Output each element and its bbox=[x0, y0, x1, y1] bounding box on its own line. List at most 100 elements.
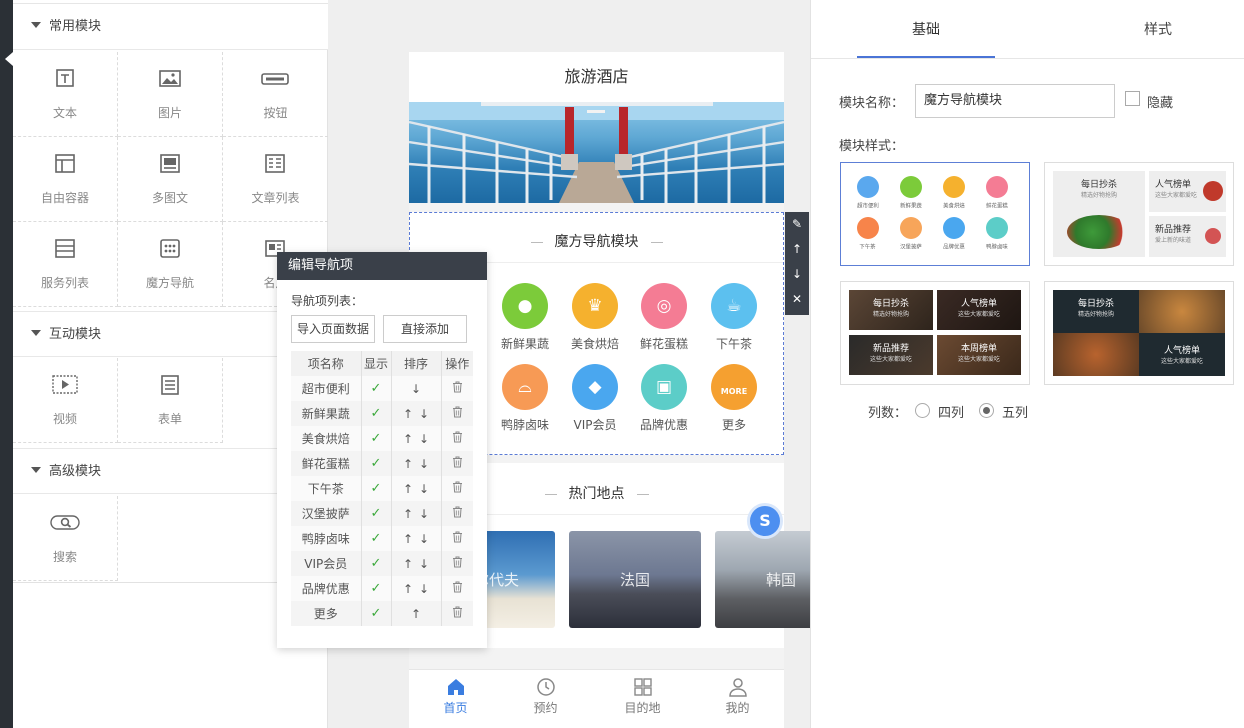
table-row: 下午茶 ✓ ↑ ↓ bbox=[291, 476, 473, 501]
import-page-data-button[interactable]: 导入页面数据 bbox=[291, 315, 375, 343]
table-row: 鸭脖卤味 ✓ ↑ ↓ bbox=[291, 526, 473, 551]
arrow-down-icon[interactable]: ↓ bbox=[411, 382, 421, 396]
nav-item-brand-deals[interactable]: ▣ 品牌优惠 bbox=[629, 364, 699, 433]
arrow-down-icon[interactable]: ↓ bbox=[419, 532, 429, 546]
tab-booking[interactable]: 预约 bbox=[499, 670, 592, 716]
arrow-up-icon[interactable]: ↑ bbox=[403, 557, 413, 571]
section-header-common[interactable]: 常用模块 bbox=[13, 4, 328, 50]
tab-destination[interactable]: 目的地 bbox=[596, 670, 689, 716]
nav-item-duck-neck[interactable]: ⌓ 鸭脖卤味 bbox=[490, 364, 560, 433]
trash-icon[interactable] bbox=[452, 556, 463, 568]
module-free-container[interactable]: 自由容器 bbox=[13, 137, 118, 222]
style-option-feature[interactable]: 每日抄杀 精选好物抢购 人气榜单 这些大家都爱吃 新品推荐 爱上新的味道 bbox=[1044, 162, 1234, 266]
style3-tile-1: 每日抄杀 精选好物抢购 bbox=[849, 290, 933, 330]
tab-basic[interactable]: 基础 bbox=[857, 0, 995, 58]
arrow-up-icon[interactable]: ↑ bbox=[403, 582, 413, 596]
checkmark-icon[interactable]: ✓ bbox=[371, 406, 382, 421]
close-icon[interactable]: ✕ bbox=[785, 287, 809, 312]
module-name-input[interactable]: 魔方导航模块 bbox=[915, 84, 1115, 118]
arrow-down-icon[interactable]: ↓ bbox=[419, 507, 429, 521]
trash-icon[interactable] bbox=[452, 531, 463, 543]
nav-item-name: 超市便利 bbox=[291, 376, 362, 401]
style3-tile-3: 新品推荐 这些大家都爱吃 bbox=[849, 335, 933, 375]
module-text[interactable]: 文本 bbox=[13, 52, 118, 137]
arrow-down-icon[interactable]: ↓ bbox=[419, 407, 429, 421]
arrow-up-icon[interactable]: ↑ bbox=[403, 457, 413, 471]
module-image[interactable]: 图片 bbox=[118, 52, 223, 137]
mini-circle-icon bbox=[856, 217, 879, 239]
arrow-up-icon[interactable]: ↑ bbox=[403, 532, 413, 546]
action-cell bbox=[441, 576, 473, 601]
trash-icon[interactable] bbox=[452, 606, 463, 618]
radio-five-columns[interactable] bbox=[979, 403, 994, 418]
module-multi-image-text[interactable]: 多图文 bbox=[118, 137, 223, 222]
tab-label: 目的地 bbox=[624, 701, 661, 715]
arrow-down-icon[interactable]: ↓ bbox=[419, 582, 429, 596]
add-directly-button[interactable]: 直接添加 bbox=[383, 315, 467, 343]
nav-item-more[interactable]: MORE 更多 bbox=[699, 364, 769, 433]
food-image bbox=[1205, 228, 1221, 244]
arrow-up-icon[interactable]: ↑ bbox=[403, 507, 413, 521]
nav-item-afternoon-tea[interactable]: ☕ 下午茶 bbox=[699, 283, 769, 352]
arrow-down-icon[interactable]: ↓ bbox=[419, 482, 429, 496]
arrow-up-icon[interactable]: ↑ bbox=[403, 482, 413, 496]
checkmark-icon[interactable]: ✓ bbox=[371, 506, 382, 521]
module-form[interactable]: 表单 bbox=[118, 358, 223, 443]
nav-item-vip[interactable]: ◆ VIP会员 bbox=[560, 364, 630, 433]
tab-mine[interactable]: 我的 bbox=[691, 670, 784, 716]
checkmark-icon[interactable]: ✓ bbox=[371, 431, 382, 446]
move-up-icon[interactable]: ↑ bbox=[785, 237, 809, 262]
move-down-icon[interactable]: ↓ bbox=[785, 262, 809, 287]
nav-item-flower-cake[interactable]: ◎ 鲜花蛋糕 bbox=[629, 283, 699, 352]
trash-icon[interactable] bbox=[452, 406, 463, 418]
style-option-icons[interactable]: 超市便利 新鲜果蔬 美食烘焙 鲜花蛋糕 下午茶 汉堡披萨 品牌优惠 鸭脖卤味 bbox=[840, 162, 1030, 266]
hide-label: 隐藏 bbox=[1147, 96, 1174, 111]
module-service-list[interactable]: 服务列表 bbox=[13, 222, 118, 307]
arrow-up-icon[interactable]: ↑ bbox=[403, 432, 413, 446]
arrow-down-icon[interactable]: ↓ bbox=[419, 557, 429, 571]
arrow-up-icon[interactable]: ↑ bbox=[411, 607, 421, 621]
checkmark-icon[interactable]: ✓ bbox=[371, 581, 382, 596]
arrow-up-icon[interactable]: ↑ bbox=[403, 407, 413, 421]
floating-action-button[interactable]: S bbox=[747, 503, 783, 539]
checkmark-icon[interactable]: ✓ bbox=[371, 531, 382, 546]
arrow-down-icon[interactable]: ↓ bbox=[419, 457, 429, 471]
module-video[interactable]: 视频 bbox=[13, 358, 118, 443]
column-header: 项名称 bbox=[291, 351, 362, 376]
checkmark-icon[interactable]: ✓ bbox=[371, 481, 382, 496]
style-option-split[interactable]: 每日抄杀 精选好物抢购 人气榜单 这些大家都爱吃 bbox=[1044, 281, 1234, 385]
trash-icon[interactable] bbox=[452, 381, 463, 393]
checkmark-icon[interactable]: ✓ bbox=[371, 556, 382, 571]
edit-pencil-icon[interactable]: ✎ bbox=[785, 212, 809, 237]
checkmark-icon[interactable]: ✓ bbox=[371, 381, 382, 396]
style-option-four-tiles[interactable]: 每日抄杀 精选好物抢购 人气榜单 这些大家都爱吃 新品推荐 这些大家都爱吃 本周… bbox=[840, 281, 1030, 385]
tile-title: 每日抄杀 bbox=[1080, 180, 1117, 190]
table-row: 汉堡披萨 ✓ ↑ ↓ bbox=[291, 501, 473, 526]
tab-style[interactable]: 样式 bbox=[1089, 0, 1227, 58]
trash-icon[interactable] bbox=[452, 431, 463, 443]
module-button[interactable]: 按钮 bbox=[223, 52, 328, 137]
radio-four-columns[interactable] bbox=[915, 403, 930, 418]
action-cell bbox=[441, 426, 473, 451]
trash-icon[interactable] bbox=[452, 581, 463, 593]
hide-checkbox[interactable] bbox=[1125, 91, 1140, 106]
style4-tile-1: 每日抄杀 精选好物抢购 bbox=[1053, 290, 1139, 333]
place-photo-france[interactable]: 法国 bbox=[569, 531, 701, 628]
nav-item-fresh-fruit[interactable]: ● 新鲜果蔬 bbox=[490, 283, 560, 352]
trash-icon[interactable] bbox=[452, 481, 463, 493]
checkmark-icon[interactable]: ✓ bbox=[371, 456, 382, 471]
nav-item-bakery[interactable]: ♛ 美食烘焙 bbox=[560, 283, 630, 352]
module-search[interactable]: 搜索 bbox=[13, 496, 118, 581]
checkmark-icon[interactable]: ✓ bbox=[371, 606, 382, 621]
tab-home[interactable]: 首页 bbox=[409, 670, 502, 716]
hero-banner-image[interactable] bbox=[409, 102, 784, 203]
trash-icon[interactable] bbox=[452, 456, 463, 468]
trash-icon[interactable] bbox=[452, 506, 463, 518]
module-label: 视频 bbox=[52, 412, 77, 426]
arrow-down-icon[interactable]: ↓ bbox=[419, 432, 429, 446]
sort-cell: ↓ bbox=[391, 376, 442, 401]
mini-label: 鲜花蛋糕 bbox=[986, 203, 1008, 210]
pier-illustration bbox=[409, 102, 784, 203]
module-article-list[interactable]: 文章列表 bbox=[223, 137, 328, 222]
module-cube-nav[interactable]: 魔方导航 bbox=[118, 222, 223, 307]
